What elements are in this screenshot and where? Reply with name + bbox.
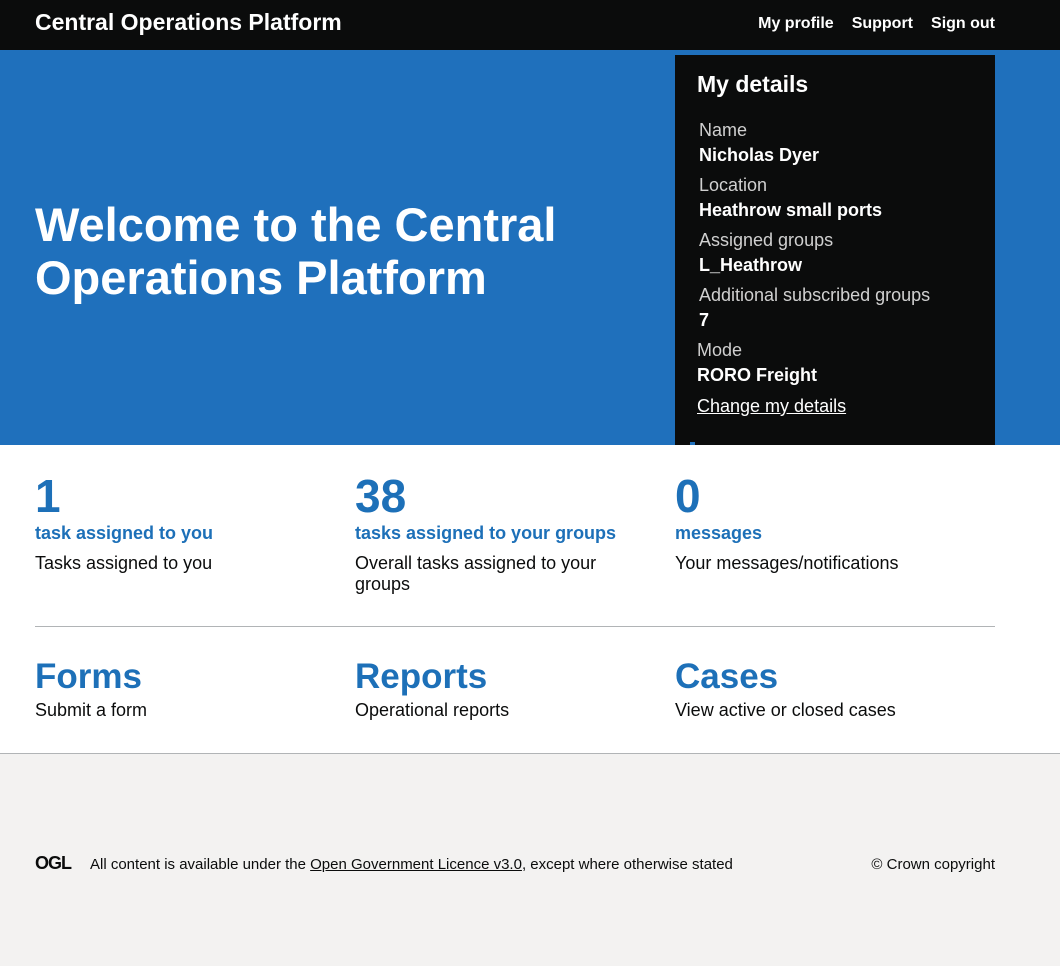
forms-link[interactable]: Forms [35, 656, 335, 698]
stat-group-tasks-description: Overall tasks assigned to your groups [355, 553, 597, 594]
reports-card: Reports Operational reports [355, 656, 655, 721]
stat-messages-link[interactable]: 0 messages [675, 468, 975, 544]
forms-card: Forms Submit a form [35, 656, 335, 721]
stat-group-tasks-count: 38 [355, 470, 407, 522]
detail-mode-label: Mode [697, 340, 743, 360]
change-my-details-link[interactable]: Change my details [697, 396, 846, 417]
cases-link[interactable]: Cases [675, 656, 975, 698]
nav-sign-out-link[interactable]: Sign out [931, 15, 995, 33]
ogl-logo-icon: OGL [35, 854, 73, 871]
cases-card: Cases View active or closed cases [675, 656, 975, 721]
detail-mode: Mode RORO Freight [697, 339, 817, 387]
stat-group-tasks: 38 tasks assigned to your groups Overall… [355, 468, 655, 595]
licence-prefix: All content is available under the [90, 856, 311, 873]
page-title: Welcome to the Central Operations Platfo… [35, 198, 557, 304]
detail-name-value: Nicholas Dyer [699, 145, 820, 165]
cases-description: View active or closed cases [675, 700, 896, 720]
reports-description: Operational reports [355, 700, 510, 720]
reports-link[interactable]: Reports [355, 656, 655, 698]
stat-messages: 0 messages Your messages/notifications [675, 468, 975, 574]
my-details-panel: My details Name Nicholas Dyer Location H… [675, 55, 995, 445]
stat-messages-count: 0 [675, 470, 701, 522]
stat-messages-title: messages [675, 523, 763, 543]
detail-location-label: Location [699, 175, 768, 195]
site-header: Central Operations Platform My profile S… [0, 0, 1060, 50]
stat-my-tasks-link[interactable]: 1 task assigned to you [35, 468, 335, 544]
stat-my-tasks-title: task assigned to you [35, 523, 214, 543]
detail-assigned-groups-value: L_Heathrow [699, 255, 803, 275]
stat-group-tasks-title: tasks assigned to your groups [355, 523, 617, 543]
site-footer: OGL All content is available under the O… [0, 753, 1060, 966]
stat-group-tasks-link[interactable]: 38 tasks assigned to your groups [355, 468, 655, 544]
detail-mode-value: RORO Freight [697, 365, 817, 385]
panel-accent-bar [690, 442, 695, 445]
detail-location-value: Heathrow small ports [699, 200, 883, 220]
licence-text: All content is available under the Open … [90, 856, 733, 873]
task-stats: 1 task assigned to you Tasks assigned to… [35, 468, 995, 608]
my-details-heading: My details [697, 71, 809, 97]
stat-my-tasks: 1 task assigned to you Tasks assigned to… [35, 468, 335, 574]
nav-my-profile-link[interactable]: My profile [758, 15, 834, 33]
stat-messages-description: Your messages/notifications [675, 553, 899, 573]
crown-copyright-link[interactable]: © Crown copyright [871, 856, 995, 873]
header-navigation: My profile Support Sign out [758, 15, 995, 33]
detail-name-label: Name [699, 120, 748, 140]
forms-description: Submit a form [35, 700, 148, 720]
detail-additional-groups: Additional subscribed groups 7 [699, 284, 930, 332]
detail-assigned-groups-label: Assigned groups [699, 230, 834, 250]
nav-support-link[interactable]: Support [852, 15, 913, 33]
licence-suffix: , except where otherwise stated [521, 856, 733, 873]
stat-my-tasks-count: 1 [35, 470, 61, 522]
detail-additional-groups-label: Additional subscribed groups [699, 285, 931, 305]
detail-name: Name Nicholas Dyer [699, 119, 819, 167]
open-government-licence-link[interactable]: Open Government Licence v3.0 [310, 856, 522, 873]
svg-text:OGL: OGL [35, 854, 72, 871]
detail-additional-groups-value: 7 [699, 310, 710, 330]
detail-location: Location Heathrow small ports [699, 174, 882, 222]
service-links: Forms Submit a form Reports Operational … [35, 656, 995, 736]
service-name-link[interactable]: Central Operations Platform [35, 9, 342, 36]
section-divider [35, 626, 995, 627]
detail-assigned-groups: Assigned groups L_Heathrow [699, 229, 833, 277]
stat-my-tasks-description: Tasks assigned to you [35, 553, 213, 573]
